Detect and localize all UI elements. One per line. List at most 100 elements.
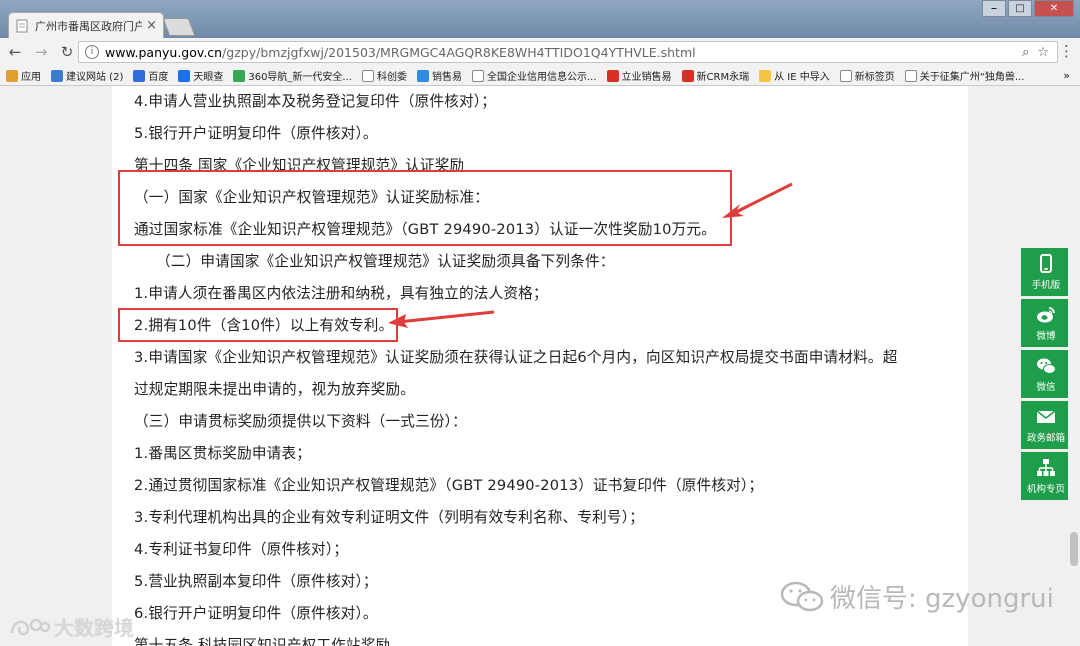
browser-menu-icon[interactable]: ⋮ — [1059, 42, 1074, 60]
maximize-button[interactable]: □ — [1008, 0, 1032, 17]
bookmark-item[interactable]: 新CRM永瑞 — [681, 68, 750, 83]
page-scrollbar[interactable] — [1068, 86, 1080, 646]
bookmark-item[interactable]: 应用 — [6, 68, 41, 83]
bookmark-favicon-icon — [839, 69, 852, 82]
article-line: 1.番禺区贯标奖励申请表； — [134, 445, 312, 462]
tab-close-icon[interactable]: × — [146, 18, 157, 33]
tab-title: 广州市番禺区政府门户网 — [35, 19, 143, 33]
bookmark-label: 立业销售易 — [621, 72, 672, 83]
wechat-icon — [1037, 358, 1056, 374]
window-controls: ⎯ □ ✕ — [980, 0, 1074, 17]
article-heading: 第十五条 科技园区知识产权工作站奖励 — [134, 637, 391, 646]
bookmark-favicon-icon — [233, 69, 246, 82]
bookmark-label: 天眼查 — [193, 72, 224, 83]
browser-toolbar: ← → ↻ i www.panyu.gov.cn/gzpy/bmzjgfxwj/… — [0, 38, 1080, 66]
side-weibo-label: 微博 — [1036, 330, 1056, 342]
bookmark-item[interactable]: 从 IE 中导入 — [759, 68, 830, 83]
scrollbar-thumb[interactable] — [1070, 532, 1078, 566]
bookmark-label: 360导航_新一代安全... — [248, 72, 352, 83]
side-mail-button[interactable]: 政务邮箱 — [1021, 401, 1071, 449]
url-host: www.panyu.gov.cn — [105, 44, 223, 60]
wechat-logo-icon — [780, 581, 824, 611]
back-arrow-icon[interactable]: ← — [4, 43, 26, 61]
org-chart-icon — [1037, 458, 1055, 476]
bookmark-label: 销售易 — [431, 72, 462, 83]
bookmark-favicon-icon — [133, 69, 146, 82]
bookmark-favicon-icon — [51, 69, 63, 82]
bookmarks-overflow-icon[interactable]: » — [1063, 69, 1070, 82]
forward-arrow-icon[interactable]: → — [30, 43, 52, 61]
article-line: 1.申请人须在番禺区内依法注册和纳税，具有独立的法人资格； — [134, 285, 548, 302]
bookmark-star-icon[interactable]: ☆ — [1037, 45, 1049, 60]
brand-watermark: 大数跨境 — [8, 612, 134, 641]
bookmark-favicon-icon — [361, 69, 374, 82]
side-mail-label: 政务邮箱 — [1026, 432, 1065, 444]
floating-side-panel: 手机版 微博 微信 政务邮箱 机构专页 — [1021, 248, 1071, 503]
browser-title-bar: 广州市番禺区政府门户网 × ⎯ □ ✕ — [0, 0, 1080, 38]
side-org-button[interactable]: 机构专页 — [1021, 452, 1071, 500]
article-line: 2.通过贯彻国家标准《企业知识产权管理规范》（GBT 29490-2013）证书… — [134, 477, 764, 494]
bookmark-item[interactable]: 关于征集广州“独角兽... — [904, 68, 1025, 83]
address-bar[interactable]: i www.panyu.gov.cn/gzpy/bmzjgfxwj/201503… — [78, 41, 1058, 63]
weibo-icon — [1037, 306, 1055, 322]
bookmark-label: 建议网站 (2) — [66, 72, 124, 83]
browser-tab[interactable]: 广州市番禺区政府门户网 × — [8, 12, 164, 38]
page-viewport: 4.申请人营业执照副本及税务登记复印件（原件核对）； 5.银行开户证明复印件（原… — [0, 86, 1080, 646]
article-line: 6.银行开户证明复印件（原件核对）。 — [134, 605, 378, 622]
zoom-search-icon[interactable]: ⌕ — [1022, 45, 1029, 60]
site-info-icon[interactable]: i — [85, 45, 99, 59]
article-line: 3.专利代理机构出具的企业有效专利证明文件（列明有效专利名称、专利号）； — [134, 509, 645, 526]
bookmark-label: 新CRM永瑞 — [696, 72, 750, 83]
bookmark-item[interactable]: 科创委 — [361, 68, 407, 83]
page-favicon-icon — [16, 19, 28, 32]
annotation-box-standard — [118, 170, 732, 246]
annotation-arrow-icon — [388, 310, 495, 328]
side-org-label: 机构专页 — [1026, 483, 1065, 495]
bookmark-item[interactable]: 建议网站 (2) — [51, 68, 123, 83]
bookmark-label: 全国企业信用信息公示... — [486, 72, 597, 83]
brand-watermark-text: 大数跨境 — [54, 616, 134, 640]
annotation-arrow-icon — [722, 182, 793, 218]
bookmark-item[interactable]: 360导航_新一代安全... — [233, 68, 352, 83]
reload-icon[interactable]: ↻ — [56, 43, 78, 61]
bookmark-item[interactable]: 天眼查 — [178, 68, 223, 83]
article-line: 3.申请国家《企业知识产权管理规范》认证奖励须在获得认证之日起6个月内，向区知识… — [134, 349, 898, 366]
bookmark-label: 科创委 — [376, 72, 407, 83]
new-tab-button[interactable] — [162, 18, 196, 36]
article-line: 过规定期限未提出申请的，视为放弃奖励。 — [134, 381, 416, 398]
url-path: /gzpy/bmzjgfxwj/201503/MRGMGC4AGQR8KE8WH… — [222, 44, 696, 60]
bookmark-label: 新标签页 — [854, 72, 895, 83]
mail-icon — [1036, 409, 1056, 423]
bookmark-label: 关于征集广州“独角兽... — [919, 72, 1025, 83]
bookmarks-bar: 应用 建议网站 (2) 百度 天眼查 360导航_新一代安全... 科创委 销售易 全国企业信… — [0, 66, 1080, 86]
bookmark-favicon-icon — [416, 69, 429, 82]
article-line: 5.营业执照副本复印件（原件核对）； — [134, 573, 378, 590]
bookmark-favicon-icon — [759, 69, 772, 82]
bookmark-favicon-icon — [6, 69, 18, 82]
bookmark-label: 从 IE 中导入 — [774, 72, 830, 83]
article-line: 4.申请人营业执照副本及税务登记复印件（原件核对）； — [134, 93, 497, 110]
article-line: 5.银行开户证明复印件（原件核对）。 — [134, 125, 378, 142]
brand-logo-icon — [10, 618, 50, 635]
article-line: 4.专利证书复印件（原件核对）； — [134, 541, 349, 558]
annotation-box-patents — [118, 308, 398, 342]
bookmark-label: 百度 — [148, 72, 169, 83]
side-mobile-button[interactable]: 手机版 — [1021, 248, 1071, 296]
bookmark-item[interactable]: 新标签页 — [839, 68, 895, 83]
side-weibo-button[interactable]: 微博 — [1021, 299, 1071, 347]
article-line: （二）申请国家《企业知识产权管理规范》认证奖励须具备下列条件： — [156, 253, 615, 270]
mobile-icon — [1040, 253, 1052, 273]
bookmark-item[interactable]: 百度 — [133, 68, 168, 83]
bookmark-item[interactable]: 全国企业信用信息公示... — [471, 68, 597, 83]
minimize-button[interactable]: ⎯ — [982, 0, 1006, 17]
wechat-watermark: 微信号: gzyongrui — [780, 578, 1054, 615]
address-url[interactable]: www.panyu.gov.cn/gzpy/bmzjgfxwj/201503/M… — [105, 45, 1022, 60]
bookmark-favicon-icon — [681, 69, 694, 82]
bookmark-favicon-icon — [606, 69, 619, 82]
bookmark-item[interactable]: 销售易 — [416, 68, 462, 83]
bookmark-favicon-icon — [904, 69, 917, 82]
bookmark-item[interactable]: 立业销售易 — [606, 68, 672, 83]
close-window-button[interactable]: ✕ — [1034, 0, 1074, 17]
side-wechat-label: 微信 — [1036, 381, 1056, 393]
side-wechat-button[interactable]: 微信 — [1021, 350, 1071, 398]
